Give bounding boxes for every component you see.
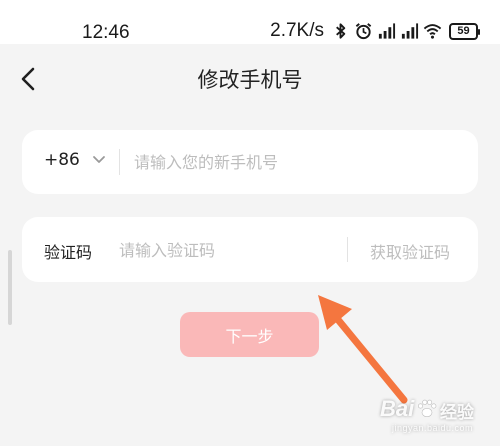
baidu-jingyan-watermark: Bai 经验 jingyan.baidu.com <box>380 396 490 436</box>
divider <box>347 237 348 262</box>
nav-bar: 修改手机号 <box>0 44 500 114</box>
country-code-selector[interactable]: +86 <box>44 150 106 170</box>
next-button[interactable]: 下一步 <box>180 312 319 357</box>
chevron-down-icon <box>92 156 105 163</box>
code-card: 验证码 获取验证码 <box>22 217 478 282</box>
scrollbar-thumb[interactable] <box>8 250 12 325</box>
battery-icon: 59 <box>449 22 480 40</box>
country-code: +86 <box>44 150 80 170</box>
get-code-button[interactable]: 获取验证码 <box>370 239 450 263</box>
status-icons: 2.7K/s 59 <box>270 20 480 42</box>
page-title: 修改手机号 <box>197 68 303 92</box>
phone-input[interactable] <box>134 150 464 174</box>
divider <box>119 149 120 175</box>
phone-card: +86 <box>22 130 478 194</box>
signal-icon <box>378 23 396 39</box>
paw-icon <box>417 399 437 417</box>
watermark-suffix: 经验 <box>440 403 474 422</box>
code-label: 验证码 <box>44 243 93 262</box>
watermark-url: jingyan.baidu.com <box>392 423 474 433</box>
signal-icon <box>401 23 419 39</box>
status-time: 12:46 <box>82 22 130 43</box>
code-input[interactable] <box>119 238 339 262</box>
watermark-brand: Bai <box>380 396 415 421</box>
alarm-icon <box>355 23 372 40</box>
net-speed: 2.7K/s <box>270 20 324 41</box>
wifi-icon <box>423 24 442 39</box>
bluetooth-icon <box>336 23 346 39</box>
status-bar: 12:46 2.7K/s 59 <box>0 0 500 44</box>
